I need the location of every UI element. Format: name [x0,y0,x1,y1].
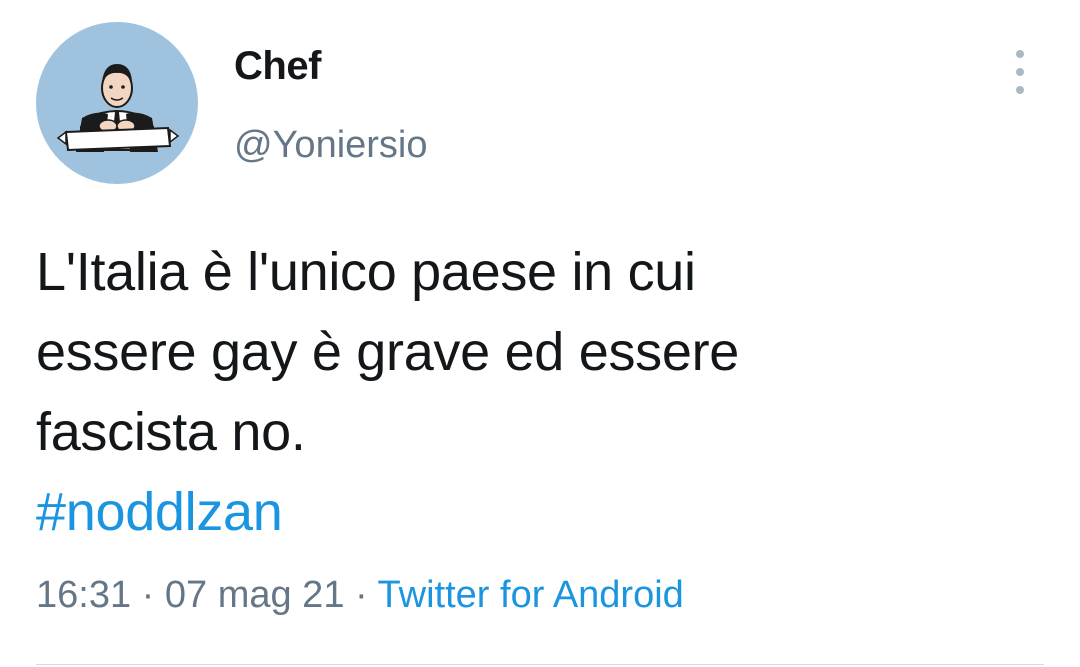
more-dot [1016,68,1024,76]
tweet-meta: 16:31 · 07 mag 21 · Twitter for Android [36,574,684,617]
meta-separator: · [131,574,165,616]
tweet-time[interactable]: 16:31 [36,574,131,616]
avatar[interactable] [36,22,198,184]
more-dot [1016,50,1024,58]
more-dot [1016,86,1024,94]
tweet-date[interactable]: 07 mag 21 [165,574,345,616]
more-vertical-icon[interactable] [1006,50,1034,94]
tweet-text: L'Italia è l'unico paese in cui essere g… [36,232,1036,552]
hashtag-link[interactable]: #noddlzan [36,472,1036,552]
display-name[interactable]: Chef [234,44,321,89]
user-handle[interactable]: @Yoniersio [234,124,428,167]
avatar-illustration [56,64,180,152]
tweet-source-link[interactable]: Twitter for Android [378,574,684,616]
tweet-text-line: fascista no. [36,402,306,462]
meta-separator: · [344,574,378,616]
tweet-detail: Chef @Yoniersio L'Italia è l'unico paese… [0,0,1080,667]
tweet-text-line: essere gay è grave ed essere [36,322,740,382]
tweet-text-line: L'Italia è l'unico paese in cui [36,242,696,302]
divider [36,664,1044,665]
